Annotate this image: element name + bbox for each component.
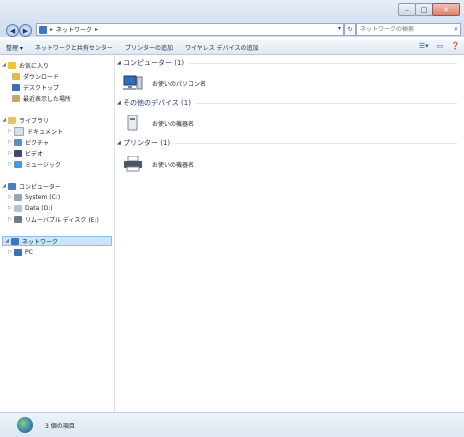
drive-icon [14,193,22,201]
device-item-computer[interactable]: お使いのパソコン名 [122,75,206,91]
nav-item-music[interactable]: ▷ ミュージック [6,159,61,169]
back-arrow-icon: ◀ [9,26,16,35]
preview-pane-icon[interactable]: ▭ [437,42,444,50]
collapse-arrow-icon[interactable]: ▷ [6,216,14,222]
close-button[interactable]: ✕ [432,3,460,16]
group-divider [189,62,457,64]
breadcrumb-network[interactable]: ネットワーク [56,25,92,34]
network-sharing-center-button[interactable]: ネットワークと共有センター [29,43,119,52]
collapse-arrow-icon[interactable]: ▷ [6,139,14,145]
nav-item-documents[interactable]: ▷ ドキュメント [6,126,63,136]
minimize-icon: – [405,5,409,14]
expand-arrow-icon[interactable]: ◢ [3,238,11,244]
nav-item-videos[interactable]: ▷ ビデオ [6,148,43,158]
caption-buttons: – □ ✕ [398,3,460,16]
maximize-button[interactable]: □ [415,3,433,16]
breadcrumb-separator: ▸ [50,26,54,33]
nav-computer[interactable]: ◢ コンピューター [0,181,61,191]
nav-item-removable-drive[interactable]: ▷ リムーバブル ディスク (E:) [6,214,99,224]
group-divider [175,142,457,144]
search-icon[interactable]: ⌕ [454,25,458,34]
add-printer-button[interactable]: プリンターの追加 [119,43,179,52]
device-label: お使いの機器名 [152,120,195,128]
chevron-down-icon[interactable]: ▾ [338,25,341,32]
documents-icon [14,126,24,136]
search-box[interactable]: ⌕ [356,23,461,36]
search-input[interactable] [357,26,448,33]
expand-arrow-icon[interactable]: ◢ [0,62,8,68]
nav-item-desktop[interactable]: デスクトップ [12,82,59,92]
videos-icon [14,149,22,157]
printer-icon [122,155,144,172]
expand-arrow-icon[interactable]: ◢ [0,117,8,123]
device-icon [122,114,144,131]
nav-network[interactable]: ◢ ネットワーク [2,236,112,246]
collapse-arrow-icon[interactable]: ▷ [6,205,14,211]
view-options-icon[interactable]: ☰▾ [419,42,429,50]
collapse-arrow-icon[interactable]: ▷ [6,150,14,156]
group-header-computers[interactable]: ◢ コンピューター (1) [117,58,457,68]
group-header-other-devices[interactable]: ◢ その他のデバイス (1) [117,98,457,108]
address-bar[interactable]: ▸ ネットワーク ▸ ▾ [36,23,344,36]
nav-favorites[interactable]: ◢ お気に入り [0,60,49,70]
nav-item-pictures[interactable]: ▷ ピクチャ [6,137,49,147]
command-bar: 整理 ▾ ネットワークと共有センター プリンターの追加 ワイヤレス デバイスの追… [0,40,464,55]
collapse-arrow-icon[interactable]: ▷ [6,161,14,167]
back-button[interactable]: ◀ [6,24,19,37]
status-bar: 3 個の項目 [0,412,464,437]
item-count: 3 個の項目 [45,422,75,430]
desktop-icon [12,83,20,91]
pc-icon [14,248,22,256]
toolbar-right: ☰▾ ▭ ❓ [411,42,460,50]
music-icon [14,160,22,168]
drive-icon [14,204,22,212]
device-item-printer[interactable]: お使いの機器名 [122,155,195,172]
group-divider [195,102,457,104]
title-bar: – □ ✕ ◀ ▶ ▸ ネットワーク ▸ ▾ ↻ ⌕ [0,0,464,37]
maximize-icon: □ [420,5,428,14]
nav-item-data-drive[interactable]: ▷ Data (D:) [6,203,53,213]
computer-icon [8,182,16,190]
recent-places-icon [12,94,20,102]
close-icon: ✕ [443,5,449,14]
pictures-icon [14,138,22,146]
network-globe-icon [17,417,33,433]
collapse-arrow-icon[interactable]: ▷ [6,249,14,255]
nav-item-pc[interactable]: ▷ PC [6,247,33,257]
nav-item-system-drive[interactable]: ▷ System (C:) [6,192,60,202]
refresh-icon: ↻ [347,26,353,33]
device-item-other[interactable]: お使いの機器名 [122,114,195,131]
network-icon [39,25,47,34]
collapse-arrow-icon[interactable]: ▷ [6,194,14,200]
collapse-arrow-icon[interactable]: ▷ [6,128,14,134]
explorer-window: – □ ✕ ◀ ▶ ▸ ネットワーク ▸ ▾ ↻ ⌕ 整理 ▾ ネットワークと共… [0,0,464,437]
device-label: お使いの機器名 [152,161,195,169]
forward-arrow-icon: ▶ [22,26,29,35]
forward-button[interactable]: ▶ [19,24,32,37]
downloads-folder-icon [12,72,20,80]
nav-item-recent-places[interactable]: 最近表示した場所 [12,93,71,103]
computer-icon [122,75,144,91]
removable-drive-icon [14,215,22,223]
organize-menu[interactable]: 整理 ▾ [0,43,29,52]
minimize-button[interactable]: – [398,3,416,16]
expand-arrow-icon[interactable]: ◢ [0,183,8,189]
device-label: お使いのパソコン名 [152,80,207,88]
breadcrumb-separator: ▸ [95,26,99,33]
library-icon [8,116,16,124]
star-icon [8,61,16,69]
add-wireless-device-button[interactable]: ワイヤレス デバイスの追加 [179,43,265,52]
nav-libraries[interactable]: ◢ ライブラリ [0,115,49,125]
content-pane: ◢ コンピューター (1) お使いのパソコン名 ◢ その他のデバイス (1) お… [115,55,464,412]
navigation-pane: ◢ お気に入り ダウンロード デスクトップ 最近表示した場所 ◢ ライブラリ ▷… [0,55,115,412]
nav-item-downloads[interactable]: ダウンロード [12,71,59,81]
help-icon[interactable]: ❓ [451,42,460,50]
refresh-button[interactable]: ↻ [344,23,356,36]
group-header-printers[interactable]: ◢ プリンター (1) [117,138,457,148]
network-icon [11,237,19,245]
